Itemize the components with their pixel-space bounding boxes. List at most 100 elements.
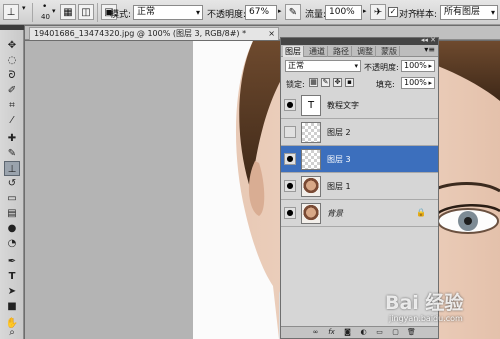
eraser-icon[interactable]: ▭ bbox=[4, 191, 20, 206]
blend-row: 正常 ▾ 不透明度: 100% ▸ bbox=[281, 58, 438, 75]
sample-select[interactable]: 所有图层 ▾ bbox=[440, 5, 498, 20]
mode-select[interactable]: 正常 ▾ bbox=[133, 5, 203, 20]
flow-arrow-icon[interactable]: ▸ bbox=[363, 7, 367, 24]
sample-label: 样本: bbox=[416, 10, 438, 20]
tab-channels[interactable]: 通道 bbox=[307, 46, 328, 57]
layer-row[interactable]: ● 图层 1 bbox=[281, 173, 438, 200]
tab-masks[interactable]: 蒙版 bbox=[379, 46, 400, 57]
watermark-logo: Bai 经验 bbox=[385, 292, 464, 314]
shape-icon[interactable]: ■ bbox=[4, 299, 20, 314]
layer-thumbnail bbox=[301, 149, 321, 170]
link-layers-icon[interactable]: ∞ bbox=[311, 328, 320, 337]
lock-row: 锁定: ▦ ✎ ✥ ▪ 填充: 100% ▸ bbox=[281, 75, 438, 92]
chevron-down-icon: ▾ bbox=[195, 8, 200, 17]
history-brush-icon[interactable]: ↺ bbox=[4, 176, 20, 191]
brush-icon[interactable]: ✎ bbox=[4, 146, 20, 161]
brush-picker[interactable]: • 40 ▾ bbox=[37, 2, 59, 22]
collapse-icon[interactable]: ◂◂ ✕ bbox=[421, 36, 436, 44]
panel-menu-icon[interactable]: ▾≡ bbox=[424, 45, 435, 54]
fill-input[interactable]: 100% ▸ bbox=[401, 77, 435, 89]
chevron-down-icon: ▾ bbox=[354, 62, 358, 70]
layer-thumbnail bbox=[301, 203, 321, 224]
tab-layers[interactable]: 图层 bbox=[283, 46, 304, 57]
lock-position-icon[interactable]: ✥ bbox=[333, 78, 342, 87]
document-tab[interactable]: 19401686_13474320.jpg @ 100% (图层 3, RGB/… bbox=[29, 27, 279, 40]
new-group-icon[interactable]: ▭ bbox=[375, 328, 384, 337]
healing-icon[interactable]: ✚ bbox=[4, 131, 20, 146]
flow-label: 流量: bbox=[305, 10, 327, 20]
fill-label: 填充: bbox=[376, 80, 395, 89]
layer-name: 图层 1 bbox=[327, 182, 351, 191]
eyedropper-icon[interactable]: ⁄ bbox=[4, 113, 20, 128]
flow-value: 100% bbox=[329, 7, 355, 17]
flow-input[interactable]: 100% bbox=[325, 5, 362, 20]
layer-row[interactable]: ● 图层 2 bbox=[281, 119, 438, 146]
crop-icon[interactable]: ⌗ bbox=[4, 98, 20, 113]
fill-arrow-icon: ▸ bbox=[428, 79, 432, 87]
move-icon[interactable]: ✥ bbox=[4, 38, 20, 53]
eye-icon[interactable]: ● bbox=[284, 153, 296, 165]
eye-icon[interactable]: ● bbox=[284, 180, 296, 192]
watermark: Bai 经验 jingyan.baidu.com bbox=[385, 288, 485, 334]
clone-stamp-icon[interactable]: ⊥ bbox=[4, 161, 20, 176]
clone-stamp-tool-icon[interactable]: ⊥ bbox=[3, 4, 19, 20]
clone-source-icon[interactable]: ◫ bbox=[78, 4, 94, 20]
layer-row[interactable]: ● 背景 🔒 bbox=[281, 200, 438, 227]
eye-icon[interactable]: ● bbox=[284, 207, 296, 219]
lock-pixels-icon[interactable]: ✎ bbox=[321, 78, 330, 87]
eye-icon[interactable]: ● bbox=[284, 99, 296, 111]
type-icon[interactable]: T bbox=[4, 269, 20, 284]
quick-select-icon[interactable]: ✐ bbox=[4, 83, 20, 98]
document-title: 19401686_13474320.jpg @ 100% (图层 3, RGB/… bbox=[34, 29, 247, 38]
path-select-icon[interactable]: ➤ bbox=[4, 284, 20, 299]
lock-all-icon[interactable]: ▪ bbox=[345, 78, 354, 87]
adjustment-layer-icon[interactable]: ◐ bbox=[359, 328, 368, 337]
layers-panel-header[interactable]: ◂◂ ✕ bbox=[281, 36, 438, 45]
layer-thumbnail bbox=[301, 176, 321, 197]
align-checkbox[interactable]: ✓ bbox=[388, 7, 398, 17]
opacity-input[interactable]: 67% bbox=[245, 5, 277, 20]
options-bar: ⊥ ▾ • 40 ▾ ▦ ◫ ▣ 模式: 正常 ▾ 不透明度: 67% ▸ ✎ … bbox=[0, 0, 500, 25]
layer-thumbnail bbox=[301, 122, 321, 143]
tools-panel-header[interactable] bbox=[0, 25, 24, 30]
blur-icon[interactable]: ● bbox=[4, 221, 20, 236]
layer-name: 图层 3 bbox=[327, 155, 351, 164]
blend-mode-select[interactable]: 正常 ▾ bbox=[285, 60, 361, 72]
zoom-icon[interactable]: ⌕ bbox=[4, 328, 20, 338]
layer-row[interactable]: ● T 教程文字 bbox=[281, 92, 438, 119]
tool-preset-arrow-icon[interactable]: ▾ bbox=[22, 4, 26, 21]
layer-opacity-value: 100% bbox=[404, 61, 427, 70]
tab-paths[interactable]: 路径 bbox=[331, 46, 352, 57]
opacity-arrow-icon[interactable]: ▸ bbox=[278, 7, 282, 24]
pen-icon[interactable]: ✒ bbox=[4, 254, 20, 269]
marquee-icon[interactable]: ◌ bbox=[4, 53, 20, 68]
lasso-icon[interactable]: ᘐ bbox=[4, 68, 20, 83]
eye-icon[interactable]: ● bbox=[284, 126, 296, 138]
chevron-down-icon: ▾ bbox=[490, 8, 495, 17]
layer-name: 教程文字 bbox=[327, 101, 359, 110]
layer-row[interactable]: ● 图层 3 bbox=[281, 146, 438, 173]
gradient-icon[interactable]: ▤ bbox=[4, 206, 20, 221]
layer-style-icon[interactable]: fx bbox=[327, 328, 336, 337]
layer-name: 图层 2 bbox=[327, 128, 351, 137]
layers-panel-tabs: 图层 通道 路径 调整 蒙版 ▾≡ bbox=[281, 45, 438, 57]
sample-value: 所有图层 bbox=[444, 7, 481, 17]
tab-adjustments[interactable]: 调整 bbox=[355, 46, 376, 57]
brush-panel-icon[interactable]: ▦ bbox=[60, 4, 76, 20]
dodge-icon[interactable]: ◔ bbox=[4, 236, 20, 251]
lock-transparent-icon[interactable]: ▦ bbox=[309, 78, 318, 87]
layer-opacity-input[interactable]: 100% ▸ bbox=[401, 60, 435, 72]
layer-list: ● T 教程文字 ● 图层 2 ● 图层 3 ● 图层 1 ● 背景 🔒 bbox=[281, 92, 438, 238]
add-mask-icon[interactable]: ◙ bbox=[343, 328, 352, 337]
fill-value: 100% bbox=[404, 78, 427, 87]
pressure-opacity-icon[interactable]: ✎ bbox=[285, 4, 301, 20]
opacity-arrow-icon: ▸ bbox=[428, 62, 432, 70]
layer-thumbnail: T bbox=[301, 95, 321, 116]
close-icon[interactable]: × bbox=[268, 28, 275, 40]
lock-label: 锁定: bbox=[286, 80, 305, 89]
brush-size: 40 bbox=[41, 13, 50, 21]
layer-name: 背景 bbox=[327, 209, 343, 218]
mode-value: 正常 bbox=[137, 7, 156, 17]
airbrush-icon[interactable]: ✈ bbox=[370, 4, 386, 20]
lock-icon: 🔒 bbox=[416, 208, 426, 217]
